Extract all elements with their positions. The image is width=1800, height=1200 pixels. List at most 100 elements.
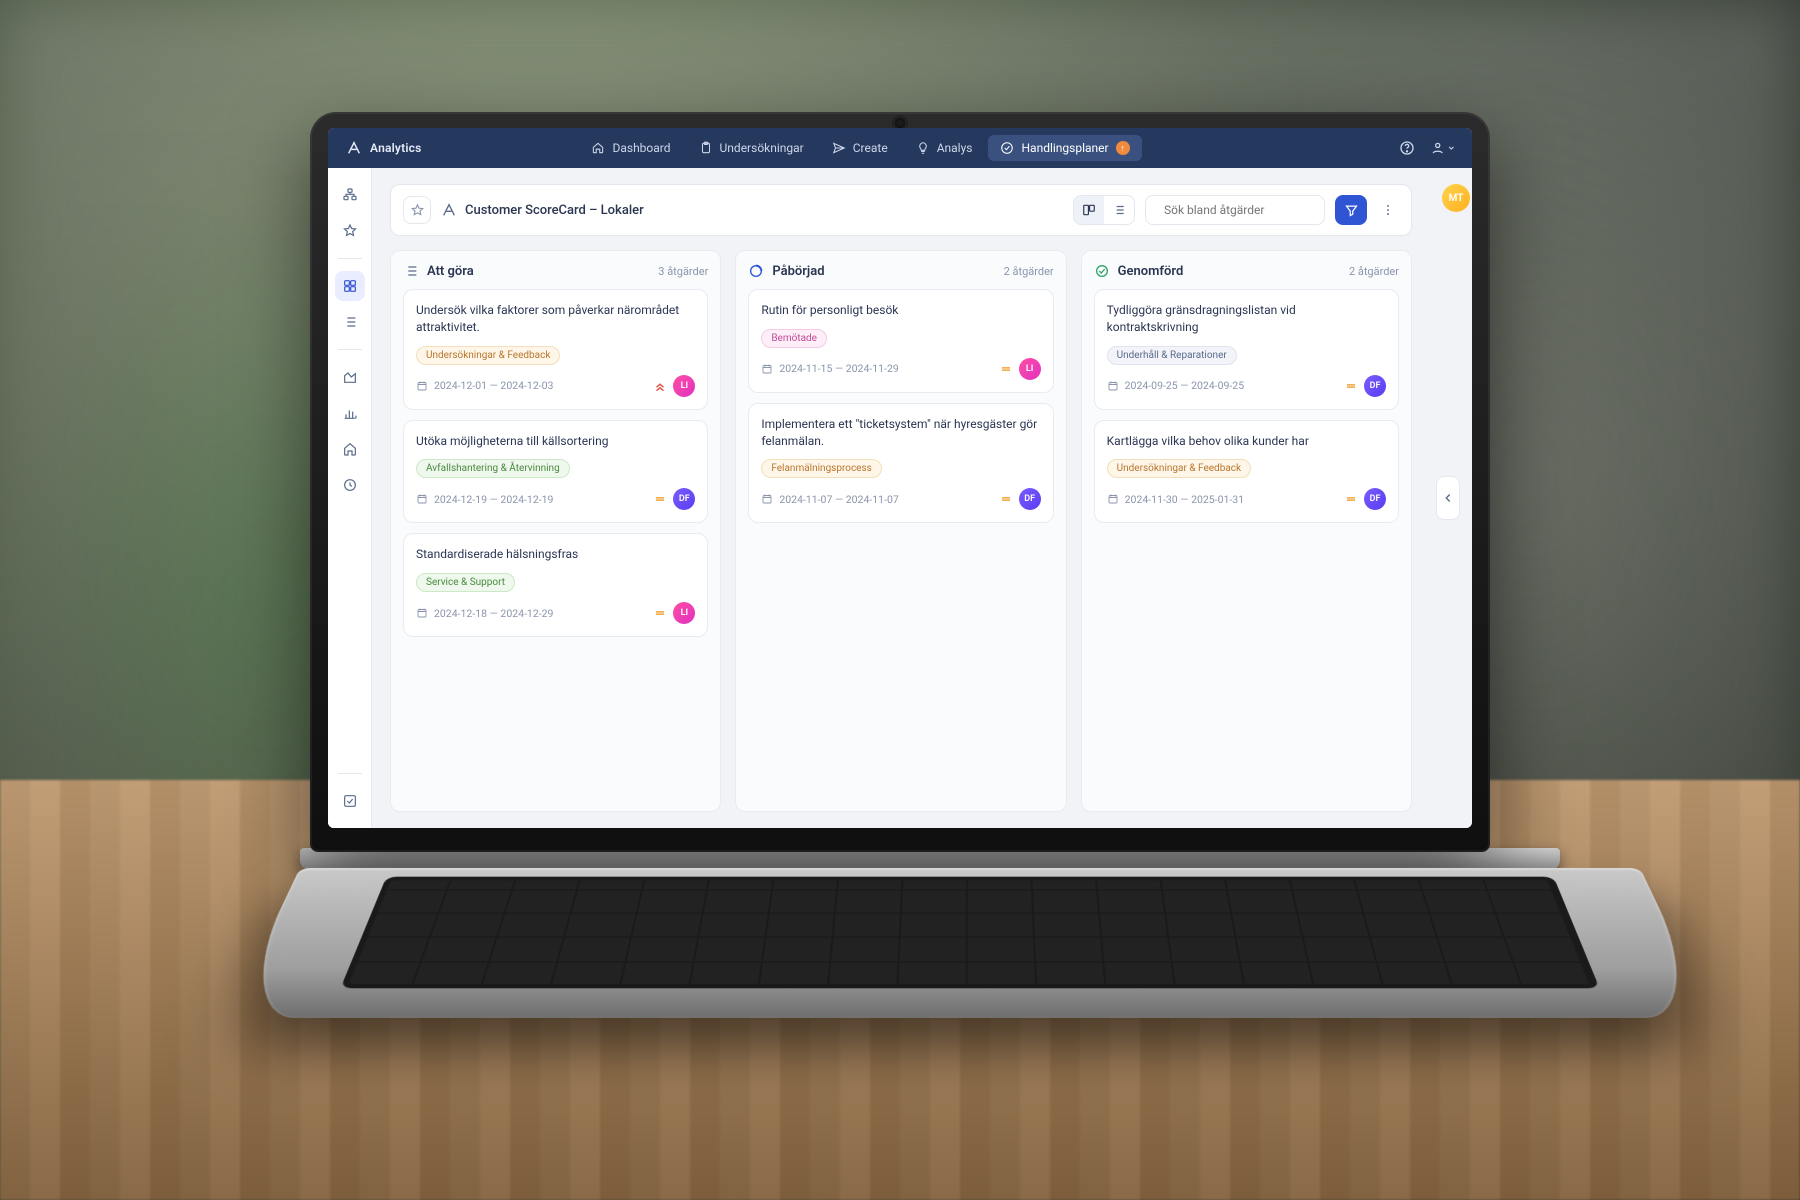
nav-handlingsplaner[interactable]: Handlingsplaner <box>988 135 1141 161</box>
favorite-toggle[interactable] <box>403 196 431 224</box>
assignee-avatar: DF <box>1364 488 1386 510</box>
top-nav: Analytics Dashboard Undersökningar Create A… <box>328 128 1472 168</box>
search-input[interactable] <box>1164 203 1320 217</box>
more-menu[interactable] <box>1377 195 1399 225</box>
task-dates: 2024-12-19 — 2024-12-19 <box>434 493 553 506</box>
task-card[interactable]: Implementera ett "ticketsystem" när hyre… <box>748 403 1053 524</box>
page-header: Customer ScoreCard – Lokaler <box>390 184 1412 236</box>
task-dates: 2024-09-25 — 2024-09-25 <box>1125 379 1244 392</box>
nav-label: Dashboard <box>612 141 670 155</box>
task-title: Utöka möjligheterna till källsortering <box>416 433 695 450</box>
column-count: 3 åtgärder <box>658 265 708 278</box>
send-icon <box>832 141 846 155</box>
nav-dashboard[interactable]: Dashboard <box>579 135 682 161</box>
assignee-avatar: LI <box>1019 358 1041 380</box>
collapse-panel-button[interactable] <box>1436 476 1460 520</box>
account-menu[interactable] <box>1430 135 1456 161</box>
nav-label: Handlingsplaner <box>1021 141 1108 155</box>
task-tag: Underhåll & Reparationer <box>1107 346 1237 365</box>
column-inprogress: Påbörjad 2 åtgärder Rutin för personligt… <box>735 250 1066 812</box>
priority-icon <box>1344 379 1358 393</box>
task-dates: 2024-11-15 — 2024-11-29 <box>779 362 898 375</box>
help-button[interactable] <box>1394 135 1420 161</box>
task-card[interactable]: Tydliggöra gränsdragningslistan vid kont… <box>1094 289 1399 410</box>
side-rail <box>328 168 372 828</box>
rail-reports-icon[interactable] <box>335 362 365 392</box>
calendar-icon <box>761 493 773 505</box>
task-tag: Undersökningar & Feedback <box>416 346 560 365</box>
rail-org-icon[interactable] <box>335 180 365 210</box>
task-card[interactable]: Utöka möjligheterna till källsortering A… <box>403 420 708 524</box>
task-card[interactable]: Rutin för personligt besök Bemötade 2024… <box>748 289 1053 393</box>
project-icon <box>441 202 457 218</box>
column-header: Påbörjad 2 åtgärder <box>748 263 1053 279</box>
column-title: Att göra <box>427 264 474 279</box>
task-tag: Felanmälningsprocess <box>761 459 881 478</box>
view-board-button[interactable] <box>1074 196 1104 224</box>
calendar-icon <box>416 493 428 505</box>
list-icon <box>403 263 419 279</box>
calendar-icon <box>761 363 773 375</box>
column-count: 2 åtgärder <box>1349 265 1399 278</box>
task-tag: Undersökningar & Feedback <box>1107 459 1251 478</box>
assignee-avatar: DF <box>1019 488 1041 510</box>
view-toggle <box>1073 195 1135 225</box>
task-title: Undersök vilka faktorer som påverkar när… <box>416 302 695 336</box>
nav-label: Analys <box>937 141 973 155</box>
progress-icon <box>748 263 764 279</box>
task-card[interactable]: Undersök vilka faktorer som påverkar när… <box>403 289 708 410</box>
task-tag: Avfallshantering & Återvinning <box>416 459 570 478</box>
priority-icon <box>653 606 667 620</box>
column-done: Genomförd 2 åtgärder Tydliggöra gränsdra… <box>1081 250 1412 812</box>
bulb-icon <box>916 141 930 155</box>
assignee-avatar: LI <box>673 602 695 624</box>
task-tag: Service & Support <box>416 573 515 592</box>
column-header: Genomförd 2 åtgärder <box>1094 263 1399 279</box>
nav-undersökningar[interactable]: Undersökningar <box>687 135 816 161</box>
user-avatar[interactable]: MT <box>1442 184 1470 212</box>
check-icon <box>1094 263 1110 279</box>
task-dates: 2024-12-18 — 2024-12-29 <box>434 607 553 620</box>
home-icon <box>591 141 605 155</box>
filter-button[interactable] <box>1335 195 1367 225</box>
nav-label: Create <box>853 141 888 155</box>
priority-icon <box>999 492 1013 506</box>
calendar-icon <box>1107 493 1119 505</box>
calendar-icon <box>416 380 428 392</box>
task-title: Tydliggöra gränsdragningslistan vid kont… <box>1107 302 1386 336</box>
priority-icon <box>653 379 667 393</box>
checklist-icon <box>1000 141 1014 155</box>
brand: Analytics <box>328 140 439 156</box>
search-box[interactable] <box>1145 195 1325 225</box>
assignee-avatar: DF <box>1364 375 1386 397</box>
brand-name: Analytics <box>370 141 421 155</box>
column-title: Påbörjad <box>772 264 824 279</box>
task-dates: 2024-12-01 — 2024-12-03 <box>434 379 553 392</box>
priority-icon <box>653 492 667 506</box>
rail-star-icon[interactable] <box>335 216 365 246</box>
nav-create[interactable]: Create <box>820 135 900 161</box>
calendar-icon <box>416 607 428 619</box>
nav-badge-icon <box>1116 141 1130 155</box>
rail-home-icon[interactable] <box>335 434 365 464</box>
rail-clock-icon[interactable] <box>335 470 365 500</box>
task-title: Implementera ett "ticketsystem" när hyre… <box>761 416 1040 450</box>
assignee-avatar: LI <box>673 375 695 397</box>
task-card[interactable]: Standardiserade hälsningsfras Service & … <box>403 533 708 637</box>
rail-tasks-icon[interactable] <box>335 307 365 337</box>
task-card[interactable]: Kartlägga vilka behov olika kunder har U… <box>1094 420 1399 524</box>
kanban-board: Att göra 3 åtgärder Undersök vilka fakto… <box>390 250 1412 812</box>
column-title: Genomförd <box>1118 264 1184 279</box>
nav-analys[interactable]: Analys <box>904 135 985 161</box>
priority-icon <box>999 362 1013 376</box>
rail-board-icon[interactable] <box>335 271 365 301</box>
task-dates: 2024-11-07 — 2024-11-07 <box>779 493 898 506</box>
nav-label: Undersökningar <box>720 141 804 155</box>
view-list-button[interactable] <box>1104 196 1134 224</box>
page-title: Customer ScoreCard – Lokaler <box>465 203 644 218</box>
task-title: Standardiserade hälsningsfras <box>416 546 695 563</box>
rail-checkbox-icon[interactable] <box>335 786 365 816</box>
column-count: 2 åtgärder <box>1004 265 1054 278</box>
rail-chart-icon[interactable] <box>335 398 365 428</box>
brand-logo-icon <box>346 140 362 156</box>
